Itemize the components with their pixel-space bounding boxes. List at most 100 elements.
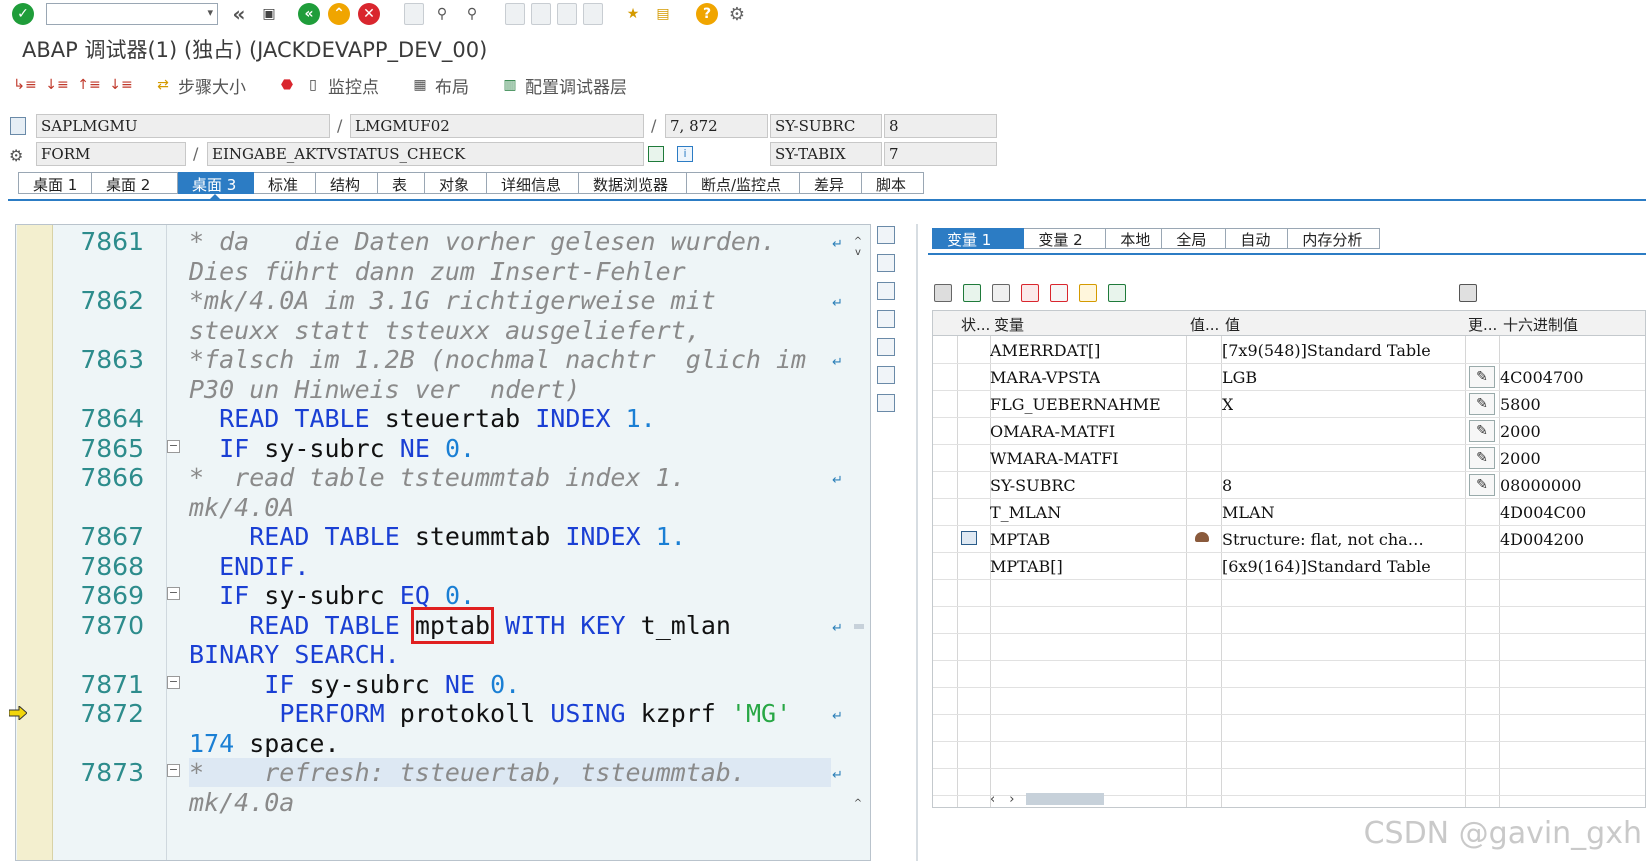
fold-toggle-icon[interactable]: − <box>167 676 180 689</box>
filter-icon[interactable] <box>1079 284 1097 302</box>
variable-name[interactable]: MPTAB[] <box>990 557 1063 576</box>
scroll-up-icon[interactable]: ^ <box>851 236 865 247</box>
find-next-icon[interactable]: ⚲ <box>461 3 483 25</box>
variable-name[interactable]: MARA-VPSTA <box>990 368 1100 387</box>
prev-page-icon[interactable] <box>531 3 551 25</box>
variable-hscrollbar[interactable]: ‹ › <box>990 790 1140 808</box>
tab-desktop-2[interactable]: 桌面 2 <box>92 172 178 194</box>
table-row[interactable]: MPTAB[] [6x9(164)]Standard Table <box>933 553 1645 580</box>
tab-variables-1[interactable]: 变量 1 <box>932 228 1025 249</box>
last-page-icon[interactable] <box>583 3 603 25</box>
tab-desktop-3[interactable]: 桌面 3 <box>178 172 254 194</box>
pane-splitter[interactable] <box>916 224 918 861</box>
replace-tool-icon[interactable] <box>877 282 895 300</box>
tab-diff[interactable]: 差异 <box>800 172 862 194</box>
watchpoint-button[interactable]: ⬣ ▯ 监控点 <box>276 73 379 98</box>
table-row[interactable]: T_MLAN MLAN 4D004C00 <box>933 499 1645 526</box>
table-row[interactable] <box>933 607 1645 634</box>
tab-auto[interactable]: 自动 <box>1226 228 1289 249</box>
variable-name[interactable]: T_MLAN <box>990 503 1061 522</box>
variable-name[interactable]: WMARA-MATFI <box>990 449 1119 468</box>
swap-tool-icon[interactable] <box>877 338 895 356</box>
back-icon[interactable]: « <box>298 3 320 25</box>
close-tool-icon[interactable] <box>877 226 895 244</box>
delete-icon[interactable] <box>934 284 952 302</box>
table-row[interactable]: MARA-VPSTA LGB ✎ 4C004700 <box>933 364 1645 391</box>
edit-pencil-icon[interactable]: ✎ <box>1469 420 1495 442</box>
find-icon[interactable]: ⚲ <box>431 3 453 25</box>
settings-icon[interactable]: ⚙ <box>726 3 748 25</box>
save-icon[interactable]: ▣ <box>258 3 280 25</box>
refresh-icon[interactable] <box>1108 284 1126 302</box>
navigate-icon[interactable] <box>648 146 664 162</box>
config-layer-button[interactable]: ▥ 配置调试器层 <box>499 73 627 98</box>
command-field[interactable]: ▾ <box>46 3 218 25</box>
edit-pencil-icon[interactable]: ✎ <box>1469 366 1495 388</box>
column-header-change[interactable]: 更... <box>1468 314 1497 335</box>
step-size-button[interactable]: ⇄ 步骤大小 <box>152 73 246 98</box>
help-icon[interactable]: ? <box>696 3 718 25</box>
tab-breakpoints[interactable]: 断点/监控点 <box>687 172 800 194</box>
tab-object[interactable]: 对象 <box>425 172 487 194</box>
scroll-thumb[interactable] <box>1026 793 1105 805</box>
variable-name[interactable]: FLG_UEBERNAHME <box>990 395 1161 414</box>
next-page-icon[interactable] <box>557 3 577 25</box>
tab-desktop-1[interactable]: 桌面 1 <box>18 172 92 194</box>
table-row[interactable]: MPTAB Structure: flat, not cha… 4D004200 <box>933 526 1645 553</box>
tab-table[interactable]: 表 <box>378 172 425 194</box>
enter-icon[interactable]: ✓ <box>12 3 34 25</box>
double-back-icon[interactable]: « <box>228 2 250 26</box>
save-variables-icon[interactable] <box>1459 284 1477 302</box>
column-header-value-type[interactable]: 值... <box>1190 314 1219 335</box>
tab-details[interactable]: 详细信息 <box>487 172 579 194</box>
table-row[interactable] <box>933 715 1645 742</box>
fold-toggle-icon[interactable]: − <box>167 440 180 453</box>
continue-icon[interactable]: ↓≡ <box>109 75 132 95</box>
column-header-variable[interactable]: 变量 <box>994 314 1024 335</box>
table-row[interactable] <box>933 580 1645 607</box>
table-row[interactable]: FLG_UEBERNAHME X ✎ 5800 <box>933 391 1645 418</box>
scroll-right-icon[interactable]: › <box>1009 792 1014 807</box>
table-row[interactable]: WMARA-MATFI ✎ 2000 <box>933 445 1645 472</box>
execute-icon[interactable]: ↓≡ <box>45 75 68 95</box>
tab-variables-2[interactable]: 变量 2 <box>1024 228 1107 249</box>
shortcut-icon[interactable]: ▤ <box>652 3 674 25</box>
import-icon[interactable] <box>963 284 981 302</box>
table-row[interactable] <box>933 688 1645 715</box>
scroll-left-icon[interactable]: ‹ <box>990 792 995 807</box>
scroll-down-icon[interactable]: v <box>851 247 865 258</box>
single-step-icon[interactable]: ↳≡ <box>13 75 36 95</box>
edit-pencil-icon[interactable]: ✎ <box>1469 447 1495 469</box>
column-header-status[interactable]: 状... <box>961 314 990 335</box>
tab-script[interactable]: 脚本 <box>862 172 924 194</box>
fold-toggle-icon[interactable]: − <box>167 587 180 600</box>
tab-local[interactable]: 本地 <box>1106 228 1163 249</box>
maximize-tool-icon[interactable] <box>877 310 895 328</box>
table-row[interactable]: AMERRDAT[] [7x9(548)]Standard Table <box>933 337 1645 364</box>
info-icon[interactable]: i <box>677 146 693 162</box>
first-page-icon[interactable] <box>505 3 525 25</box>
table-row[interactable]: SY-SUBRC 8 ✎ 08000000 <box>933 472 1645 499</box>
fold-toggle-icon[interactable]: − <box>167 764 180 777</box>
tab-memory-analysis[interactable]: 内存分析 <box>1288 228 1381 249</box>
tab-structure[interactable]: 结构 <box>316 172 378 194</box>
services-tool-icon[interactable] <box>877 366 895 384</box>
layout-button[interactable]: ▦ 布局 <box>409 73 469 98</box>
scroll-up-icon[interactable]: ^ <box>851 798 865 809</box>
print-icon[interactable] <box>404 3 424 25</box>
exit-icon[interactable]: ⌃ <box>328 3 350 25</box>
scroll-thumb[interactable] <box>854 624 864 629</box>
sort-icon[interactable] <box>1050 284 1068 302</box>
cancel-icon[interactable]: ✕ <box>358 3 380 25</box>
new-tool-icon[interactable] <box>877 254 895 272</box>
highlighted-identifier[interactable]: mptab <box>410 607 495 644</box>
table-row[interactable]: OMARA-MATFI ✎ 2000 <box>933 418 1645 445</box>
edit-pencil-icon[interactable]: ✎ <box>1469 474 1495 496</box>
variable-name[interactable]: MPTAB <box>990 530 1050 549</box>
tool-settings-icon[interactable] <box>877 394 895 412</box>
tab-standard[interactable]: 标准 <box>254 172 316 194</box>
tab-global[interactable]: 全局 <box>1162 228 1227 249</box>
variable-name[interactable]: AMERRDAT[] <box>990 341 1100 360</box>
column-header-value[interactable]: 值 <box>1225 314 1240 335</box>
new-session-icon[interactable]: ★ <box>622 3 644 25</box>
